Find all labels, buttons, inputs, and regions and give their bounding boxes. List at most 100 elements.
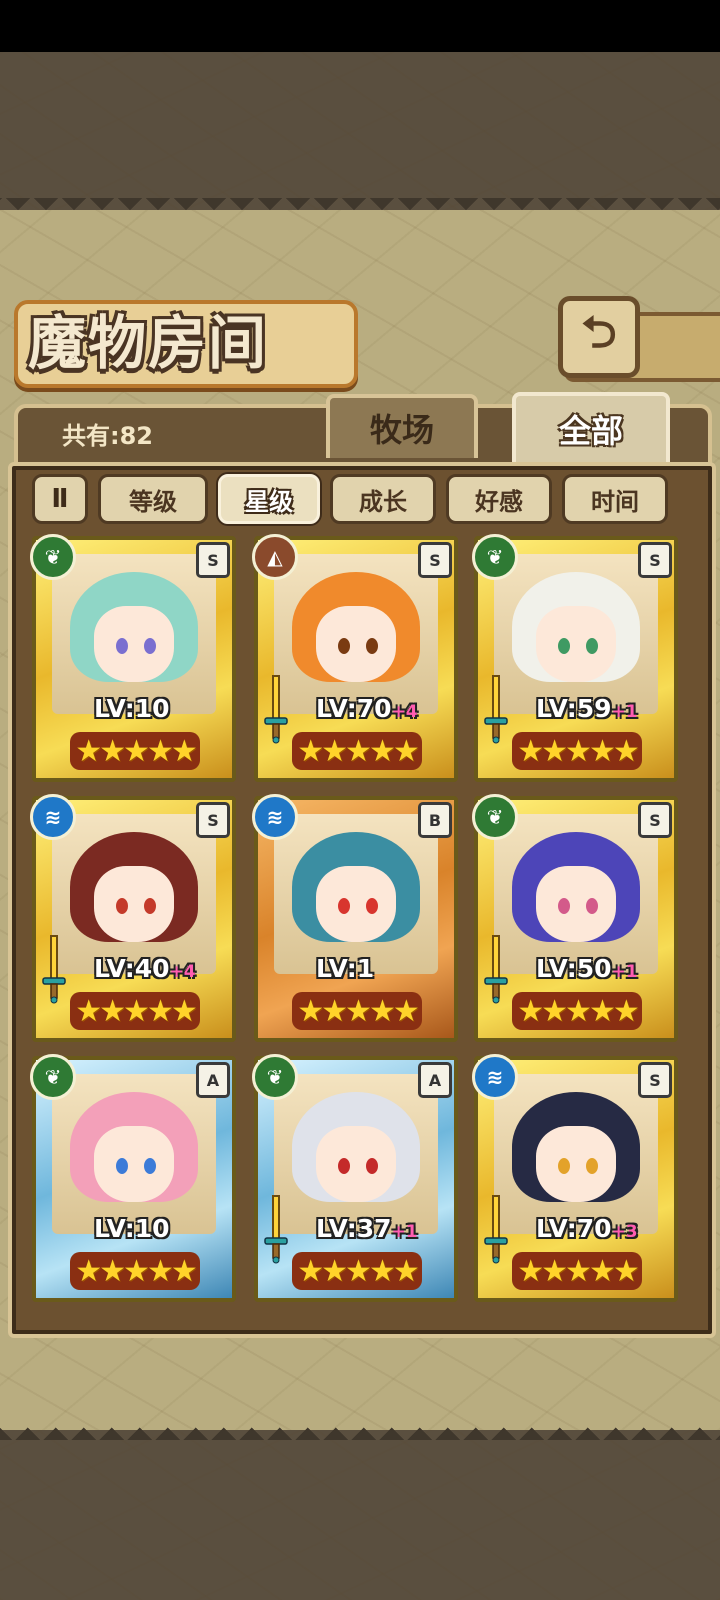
sort-growth-button[interactable]: 成长 [330,474,436,524]
monster-level: LV:59+1 [536,694,638,723]
star-icon: ★ [541,993,568,1029]
monster-card[interactable]: ❦ S LV:59+1 ★ ★ ★ ★ ★ [472,534,678,782]
portrait-eye [338,1158,350,1174]
star-icon: ★ [612,733,640,769]
portrait-eye [586,638,598,654]
level-plus: +3 [611,1222,638,1242]
monster-level: LV:50+1 [536,954,638,983]
monster-portrait [52,1074,216,1234]
monster-level: LV:1 [316,954,374,983]
torn-edge-bottom [0,1418,720,1440]
monster-portrait [494,1074,658,1234]
sword-icon [264,675,288,744]
earth-element-icon: ◭ [252,534,298,580]
star-icon: ★ [75,993,102,1029]
monster-card[interactable]: ❦ S LV:10 ★ ★ ★ ★ ★ [30,534,236,782]
star-icon: ★ [565,993,592,1029]
star-icon: ★ [297,993,324,1029]
portrait-face [316,606,396,682]
monster-level: LV:10 [94,1214,170,1243]
level-text: LV:59 [536,694,612,723]
monster-card[interactable]: ≋ S LV:40+4 ★ ★ ★ ★ ★ [30,794,236,1042]
tab-ranch[interactable]: 牧场 [326,394,478,458]
star-icon: ★ [517,993,544,1029]
star-icon: ★ [541,1253,568,1289]
portrait-face [94,606,174,682]
portrait-face [94,1126,174,1202]
leaf-element-icon: ❦ [30,534,76,580]
star-icon: ★ [612,993,640,1029]
tab-all[interactable]: 全部 [512,392,670,462]
grade-badge: B [418,802,452,838]
sort-order-icon: Ⅱ [51,484,69,514]
monster-portrait [494,554,658,714]
leaf-element-icon: ❦ [30,1054,76,1100]
monster-portrait [52,554,216,714]
monster-card[interactable]: ≋ B LV:1 ★ ★ ★ ★ ★ [252,794,458,1042]
water-element-icon: ≋ [472,1054,518,1100]
star-icon: ★ [345,733,372,769]
star-icon: ★ [541,733,568,769]
star-icon: ★ [146,733,174,769]
portrait-eye [366,1158,378,1174]
sort-time-button[interactable]: 时间 [562,474,668,524]
monster-card[interactable]: ❦ A LV:10 ★ ★ ★ ★ ★ [30,1054,236,1302]
star-icon: ★ [321,1253,348,1289]
monster-portrait [494,814,658,974]
star-icon: ★ [99,1253,126,1289]
portrait-face [316,866,396,942]
portrait-face [94,866,174,942]
level-text: LV:50 [536,954,612,983]
back-arrow-icon: ⮌ [581,306,617,358]
star-icon: ★ [392,733,420,769]
sort-level-button[interactable]: 等级 [98,474,208,524]
star-rating: ★ ★ ★ ★ ★ [512,992,642,1030]
star-icon: ★ [565,1253,592,1289]
portrait-eye [116,1158,128,1174]
star-icon: ★ [170,1253,198,1289]
monster-card[interactable]: ❦ A LV:37+1 ★ ★ ★ ★ ★ [252,1054,458,1302]
sword-icon [484,1195,508,1264]
torn-edge-top [0,198,720,220]
grade-badge: S [638,1062,672,1098]
star-icon: ★ [588,733,616,769]
level-text: LV:10 [94,694,170,723]
portrait-eye [586,1158,598,1174]
sword-icon [264,1195,288,1264]
status-bar [0,0,720,52]
leaf-element-icon: ❦ [252,1054,298,1100]
portrait-eye [586,898,598,914]
back-button[interactable]: ⮌ [558,296,640,378]
star-icon: ★ [612,1253,640,1289]
monster-card[interactable]: ≋ S LV:70+3 ★ ★ ★ ★ ★ [472,1054,678,1302]
star-icon: ★ [517,733,544,769]
water-element-icon: ≋ [252,794,298,840]
star-icon: ★ [75,733,102,769]
star-icon: ★ [368,993,396,1029]
sort-affection-button[interactable]: 好感 [446,474,552,524]
star-rating: ★ ★ ★ ★ ★ [292,1252,422,1290]
monster-portrait [274,554,438,714]
portrait-eye [144,1158,156,1174]
level-plus: +4 [391,702,418,722]
star-icon: ★ [345,993,372,1029]
monster-level: LV:70+3 [536,1214,638,1243]
level-text: LV:70 [536,1214,612,1243]
water-element-icon: ≋ [30,794,76,840]
star-icon: ★ [146,1253,174,1289]
monster-portrait [274,814,438,974]
sort-order-button[interactable]: Ⅱ [32,474,88,524]
star-icon: ★ [392,993,420,1029]
monster-card[interactable]: ❦ S LV:50+1 ★ ★ ★ ★ ★ [472,794,678,1042]
monster-card[interactable]: ◭ S LV:70+4 ★ ★ ★ ★ ★ [252,534,458,782]
portrait-face [536,606,616,682]
star-icon: ★ [517,1253,544,1289]
grade-badge: S [638,542,672,578]
star-icon: ★ [123,1253,150,1289]
monster-portrait [274,1074,438,1234]
sort-star-button[interactable]: 星级 [218,474,320,524]
page-title: 魔物房间 [28,309,269,377]
portrait-eye [116,898,128,914]
monster-level: LV:40+4 [94,954,196,983]
star-icon: ★ [146,993,174,1029]
